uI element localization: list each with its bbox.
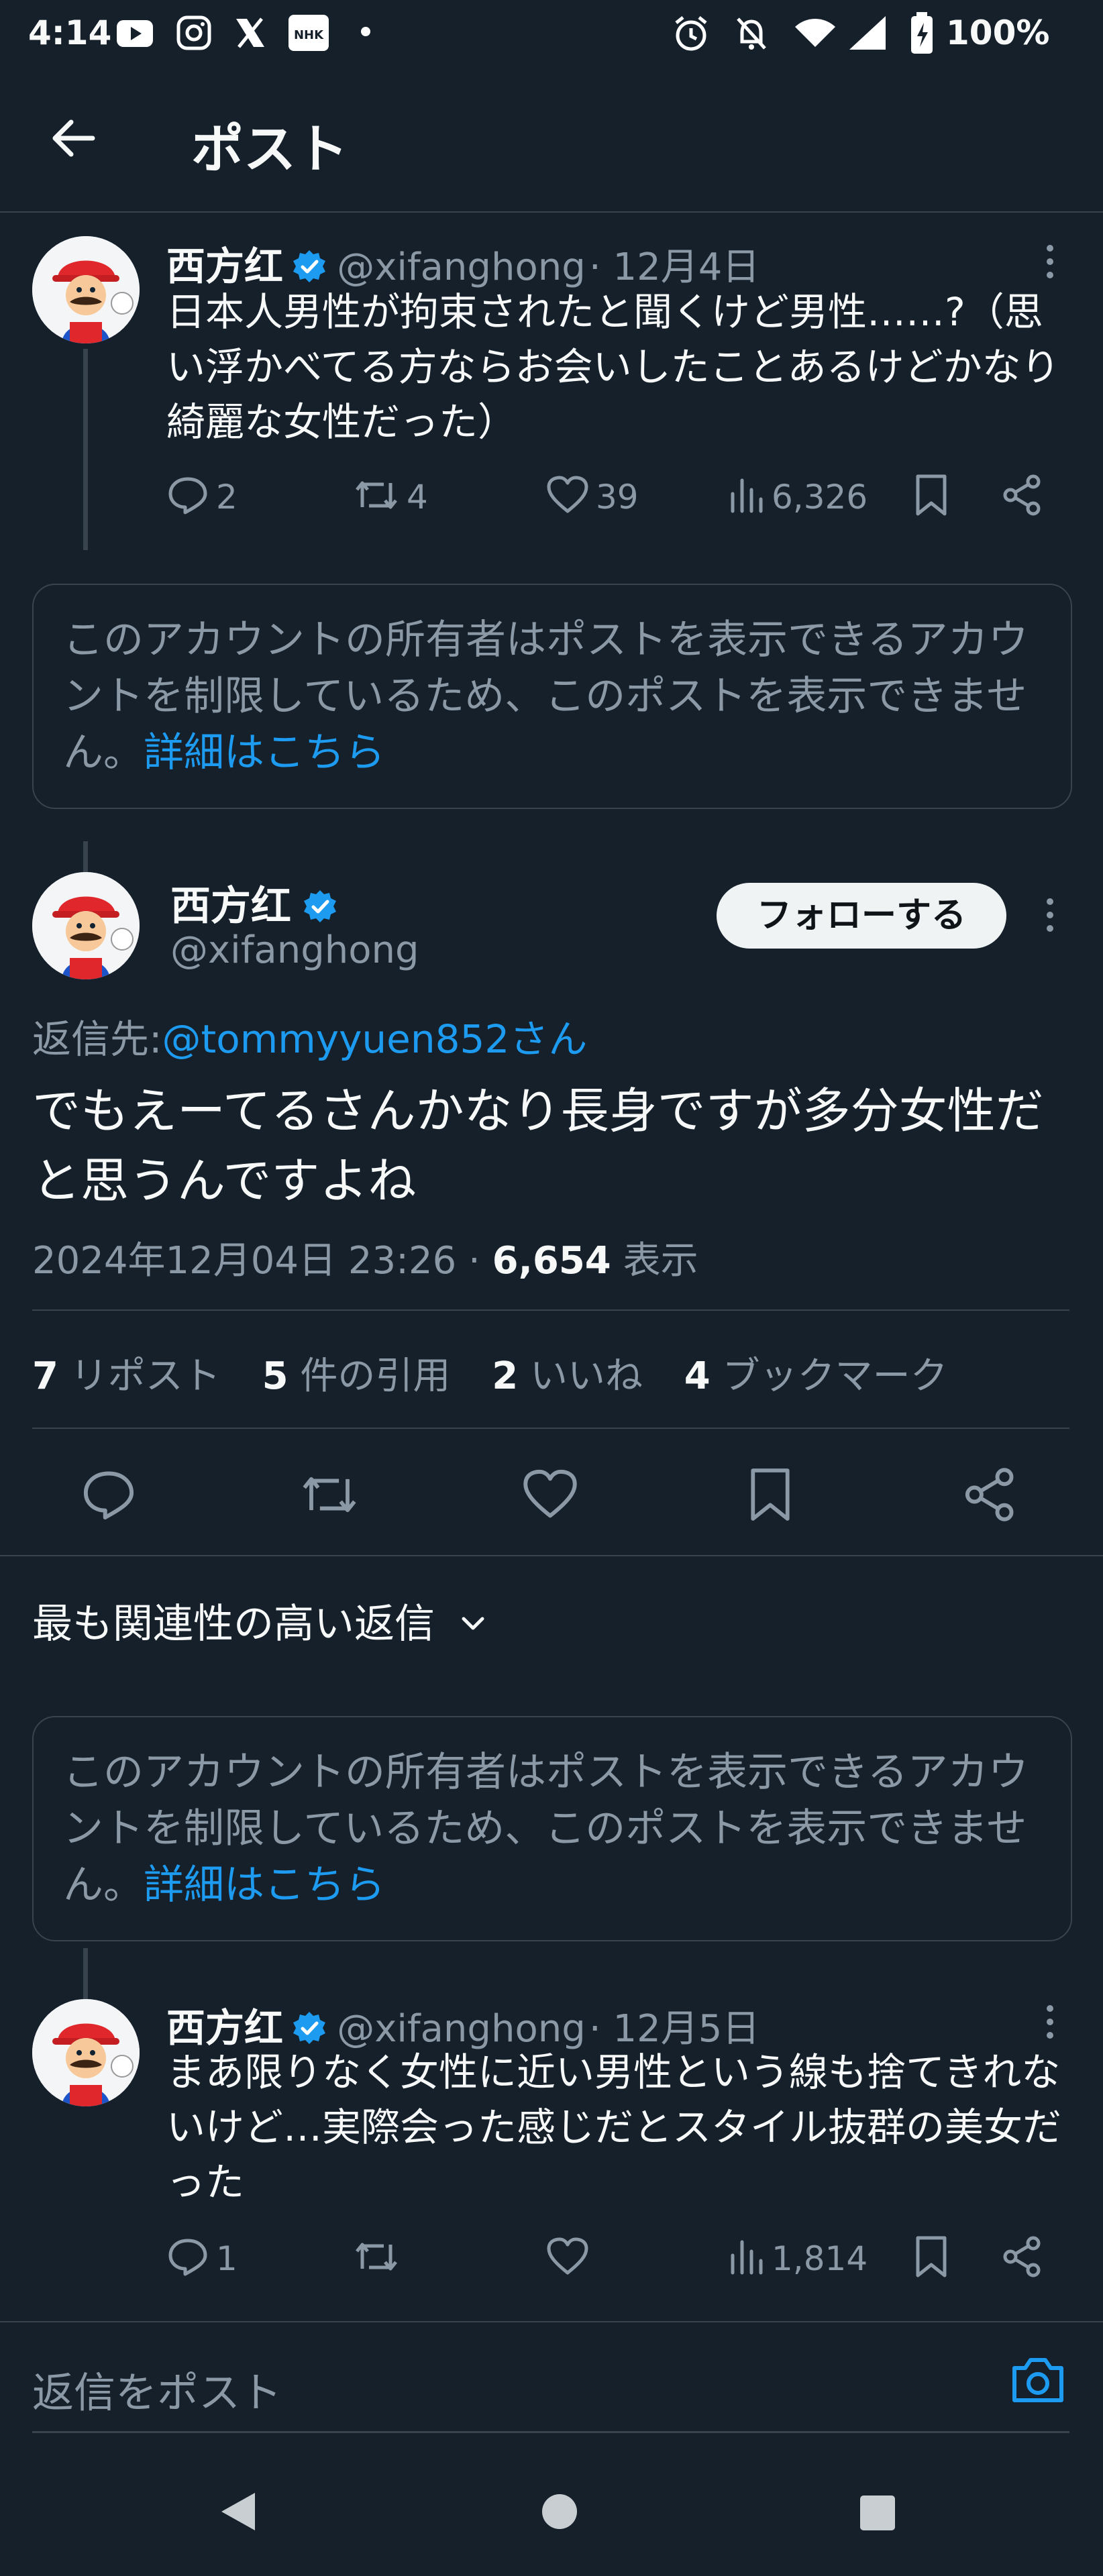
stat-reposts[interactable]: 7 リポスト — [32, 1354, 221, 1398]
status-time: 4:14 — [28, 13, 112, 52]
reply-composer: 返信をポスト — [0, 2321, 1103, 2435]
reply-count: 1 — [216, 2239, 238, 2278]
repost-icon — [356, 2243, 397, 2271]
battery-icon — [911, 12, 933, 54]
author-name[interactable]: 西方红 — [166, 244, 283, 289]
svg-text:NHK: NHK — [294, 28, 324, 42]
more-options-icon[interactable] — [1033, 241, 1067, 282]
like-count: 39 — [596, 478, 639, 517]
verified-badge-icon — [304, 890, 337, 922]
view-count: 6,654 — [492, 1239, 611, 1283]
reply-to-label: 返信先: — [32, 1016, 162, 1062]
share-icon[interactable] — [1001, 474, 1044, 517]
post-meta: 2024年12月04日 23:26 · 6,654 表示 — [32, 1230, 698, 1285]
more-options-icon[interactable] — [1033, 895, 1067, 935]
youtube-icon — [117, 20, 153, 47]
share-icon[interactable] — [962, 1466, 1018, 1523]
main-author-row: 西方红 — [170, 873, 337, 932]
post-actions: 1 1,814 — [166, 2231, 1079, 2285]
nhk-icon: NHK — [288, 15, 329, 51]
repost-icon[interactable] — [299, 1466, 360, 1523]
system-nav-bar — [0, 2442, 1103, 2576]
avatar[interactable] — [32, 872, 140, 979]
repost-count: 4 — [407, 478, 428, 517]
bookmark-icon[interactable] — [912, 474, 950, 517]
restricted-post-notice: このアカウントの所有者はポストを表示できるアカウントを制限しているため、このポス… — [32, 584, 1072, 809]
reply-icon — [168, 477, 207, 515]
repost-icon — [356, 481, 397, 509]
avatar[interactable] — [32, 236, 140, 343]
replies-sort-dropdown[interactable]: 最も関連性の高い返信 — [32, 1591, 488, 1650]
reply-input-underline — [32, 2431, 1069, 2433]
thread-line — [83, 349, 88, 550]
reply-icon — [168, 2239, 207, 2276]
view-count: 6,326 — [772, 478, 868, 517]
reply-input[interactable]: 返信をポスト — [32, 2359, 282, 2419]
alarm-icon — [675, 16, 707, 51]
back-arrow-icon[interactable] — [47, 111, 101, 165]
heart-icon — [547, 476, 588, 513]
post-text: まあ限りなく女性に近い男性という線も捨てきれないけど…実際会った感じだとスタイル… — [166, 2049, 1062, 2205]
thread-line — [83, 1948, 88, 2002]
follow-button[interactable]: フォローする — [717, 883, 1006, 949]
reply-to-user-link[interactable]: @tommyyuen852さん — [162, 1016, 588, 1062]
stat-quotes[interactable]: 5 件の引用 — [262, 1354, 451, 1398]
views-chart-icon — [731, 478, 763, 513]
engagement-stats: 7 リポスト 5 件の引用 2 いいね 4 ブックマーク — [32, 1346, 948, 1400]
battery-percent: 100% — [946, 13, 1050, 52]
bookmark-icon[interactable] — [746, 1466, 794, 1523]
author-handle[interactable]: @xifanghong — [170, 928, 419, 972]
instagram-icon — [176, 15, 211, 50]
heart-icon[interactable] — [522, 1466, 578, 1523]
wifi-icon — [795, 19, 835, 47]
views-label: 表示 — [623, 1239, 698, 1283]
post-timestamp[interactable]: 2024年12月04日 23:26 · — [32, 1239, 480, 1283]
chevron-down-icon — [462, 1617, 484, 1630]
views-chart-icon — [731, 2240, 763, 2275]
learn-more-link[interactable]: 詳細はこちら — [144, 1862, 385, 1909]
learn-more-link[interactable]: 詳細はこちら — [144, 729, 385, 776]
signal-icon — [849, 16, 886, 50]
main-post-text: でもえーてるさんかなり長身ですが多分女性だと思うんですよね — [32, 1083, 1044, 1209]
stat-bookmarks[interactable]: 4 ブックマーク — [684, 1354, 948, 1398]
post-text: 日本人男性が拘束されたと聞くけど男性……?（思い浮かべてる方ならお会いしたことあ… — [166, 289, 1060, 445]
restricted-post-notice: このアカウントの所有者はポストを表示できるアカウントを制限しているため、このポス… — [32, 1716, 1072, 1941]
reply-count: 2 — [216, 478, 238, 517]
avatar[interactable] — [32, 1999, 140, 2106]
divider — [0, 1555, 1103, 1556]
post-actions: 2 4 39 6,326 — [166, 470, 1079, 523]
share-icon[interactable] — [1001, 2235, 1044, 2278]
thread-line — [83, 841, 88, 875]
nav-back-icon[interactable] — [217, 2490, 258, 2533]
post-header: 西方红 @xifanghong · 12月5日 — [166, 1996, 1039, 2051]
mute-bell-icon — [737, 17, 766, 50]
page-title: ポスト — [191, 119, 349, 180]
reply-icon[interactable] — [81, 1466, 137, 1523]
status-bar: 4:14 NHK 100% — [0, 0, 1103, 67]
divider — [32, 1428, 1069, 1429]
heart-icon — [547, 2237, 588, 2275]
stat-likes[interactable]: 2 いいね — [492, 1354, 643, 1398]
author-name[interactable]: 西方红 — [166, 2005, 283, 2051]
verified-badge-icon — [293, 250, 326, 282]
verified-badge-icon — [293, 2012, 326, 2044]
divider — [32, 1309, 1069, 1311]
post-header: 西方红 @xifanghong · 12月4日 — [166, 235, 1039, 289]
author-handle[interactable]: @xifanghong — [337, 246, 586, 289]
bookmark-icon[interactable] — [912, 2235, 950, 2278]
nav-home-icon[interactable] — [541, 2493, 578, 2530]
reply-to: 返信先:@tommyyuen852さん — [32, 1008, 587, 1064]
more-options-icon[interactable] — [1033, 2002, 1067, 2042]
x-logo-icon — [236, 17, 264, 48]
replies-sort-label: 最も関連性の高い返信 — [32, 1601, 435, 1648]
notification-dot-icon — [361, 27, 370, 36]
top-app-bar: ポスト — [0, 67, 1103, 213]
post-date[interactable]: · 12月4日 — [589, 246, 760, 289]
camera-icon[interactable] — [1009, 2355, 1067, 2406]
nav-recents-icon[interactable] — [859, 2494, 896, 2532]
view-count: 1,814 — [772, 2239, 868, 2278]
author-name[interactable]: 西方红 — [170, 883, 291, 930]
